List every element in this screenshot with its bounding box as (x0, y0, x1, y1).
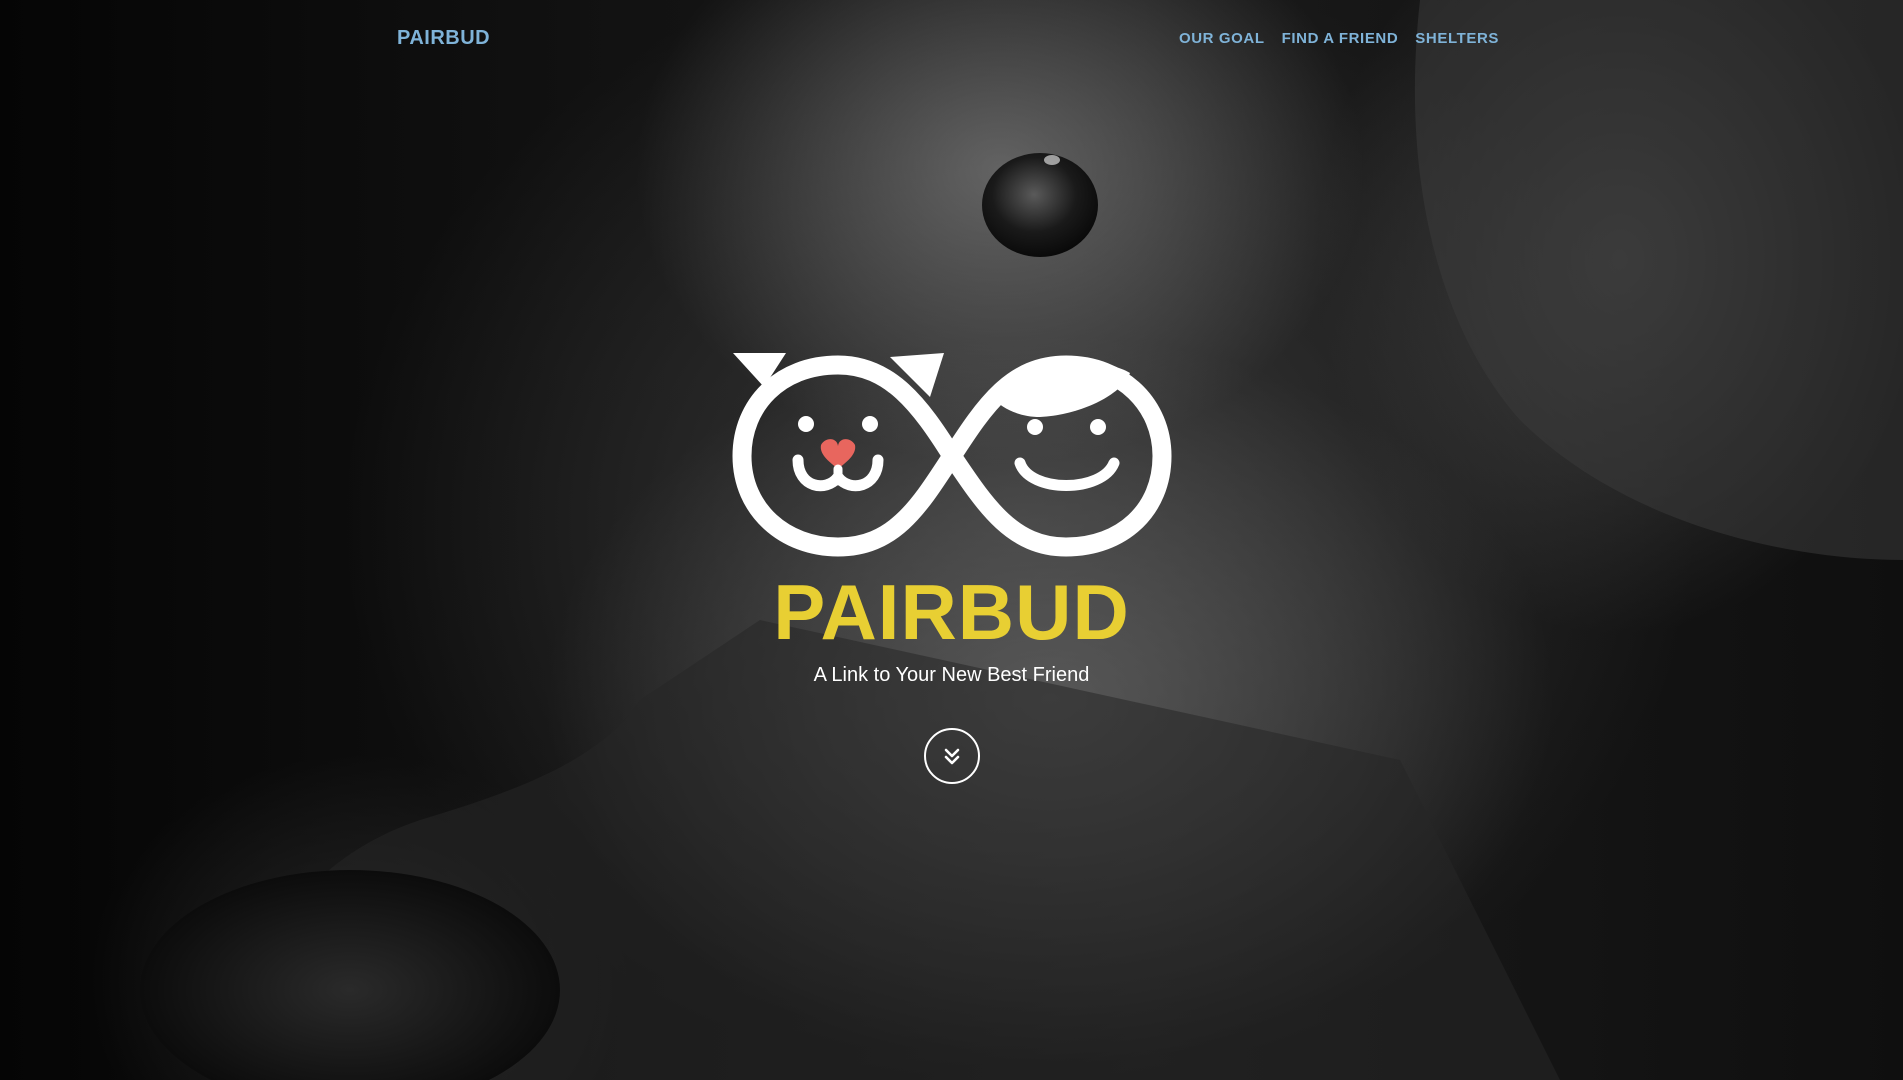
hero-title: PAIRBUD (773, 568, 1130, 656)
hero-subtitle: A Link to Your New Best Friend (813, 664, 1090, 686)
scroll-down-button[interactable] (924, 728, 980, 784)
nav-link-our-goal[interactable]: OUR GOAL (1179, 30, 1265, 47)
pairbud-logo (730, 345, 1174, 567)
nav-links: OUR GOAL FIND A FRIEND SHELTERS (1179, 30, 1499, 47)
nav-link-find-a-friend[interactable]: FIND A FRIEND (1282, 30, 1399, 47)
nav-link-shelters[interactable]: SHELTERS (1415, 30, 1499, 47)
double-chevron-down-icon (944, 748, 960, 765)
pet-person-infinity-icon (732, 353, 1172, 557)
top-navbar: PAIRBUD OUR GOAL FIND A FRIEND SHELTERS (0, 0, 1903, 80)
hero-section: PAIRBUD OUR GOAL FIND A FRIEND SHELTERS … (0, 0, 1903, 1080)
brand-link[interactable]: PAIRBUD (397, 27, 490, 50)
